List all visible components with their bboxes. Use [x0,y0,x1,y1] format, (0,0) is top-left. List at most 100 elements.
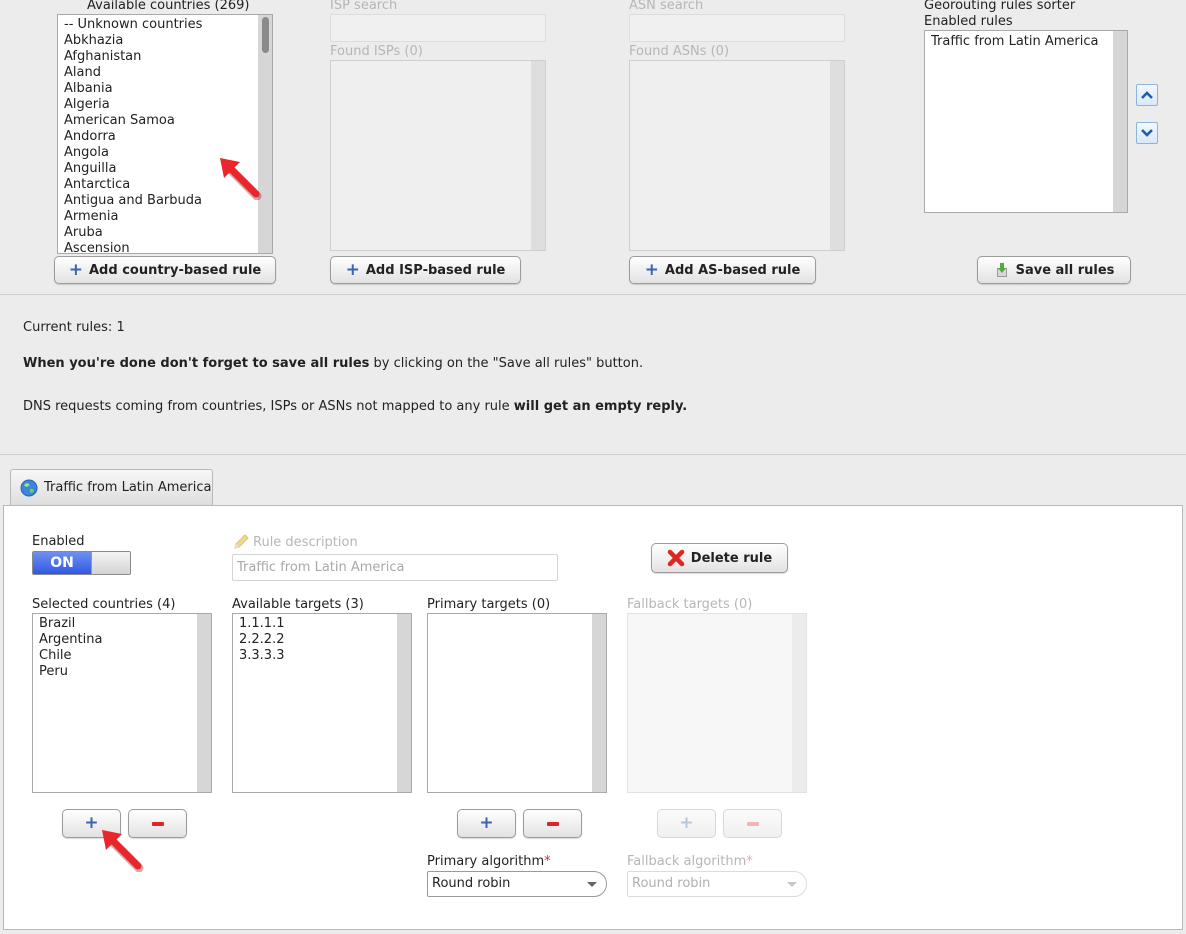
plus-icon: + [679,813,694,833]
selected-countries-label: Selected countries (4) [32,597,176,612]
add-as-rule-label: Add AS-based rule [664,262,801,278]
selected-countries-items: Brazil Argentina Chile Peru [33,614,211,680]
add-primary-target-button[interactable]: + [457,809,516,838]
countries-scroll-thumb[interactable] [262,17,269,53]
found-asns-list[interactable] [629,60,845,251]
plus-icon: + [479,813,494,833]
list-item[interactable]: Albania [64,81,272,97]
asn-search-label: ASN search [629,0,704,13]
delete-icon [667,549,685,567]
enabled-toggle[interactable]: ON [32,551,131,575]
found-isps-label: Found ISPs (0) [330,44,423,59]
annotation-arrow-icon [102,830,144,872]
found-isps-list[interactable] [330,60,546,251]
available-countries-label: Available countries (269) [87,0,250,13]
isp-search-input[interactable] [330,14,546,42]
empty-reply-text: DNS requests coming from countries, ISPs… [23,399,514,414]
fallback-algorithm-value: Round robin [632,876,711,891]
rules-sorter-title: Georouting rules sorter [924,0,1076,13]
remove-primary-target-button[interactable] [523,809,582,838]
fallback-algorithm-text: Fallback algorithm [627,854,747,869]
list-item[interactable]: Argentina [39,632,211,648]
countries-scrollbar[interactable] [258,15,272,253]
primary-algorithm-select[interactable]: Round robin [427,871,607,897]
save-reminder-bold: When you're done don't forget to save al… [23,356,370,371]
fallback-targets-list[interactable] [627,613,807,793]
add-country-rule-button[interactable]: + Add country-based rule [54,256,276,284]
chevron-down-icon [787,882,797,887]
rule-tab-label: Traffic from Latin America [44,480,212,495]
primary-targets-list[interactable] [427,613,607,793]
chevron-down-icon [587,882,597,887]
available-targets-scrollbar[interactable] [397,614,411,792]
save-reminder-line: When you're done don't forget to save al… [23,356,643,371]
rule-description-label: Rule description [233,534,358,550]
current-rules-count: 1 [116,320,125,335]
list-item[interactable]: Ascension [64,241,272,253]
tab-traffic-from-latin-america[interactable]: Traffic from Latin America [10,469,213,505]
available-targets-list[interactable]: 1.1.1.1 2.2.2.2 3.3.3.3 [232,613,412,793]
primary-algorithm-label: Primary algorithm* [427,854,551,869]
available-targets-label: Available targets (3) [232,597,364,612]
add-isp-rule-button[interactable]: + Add ISP-based rule [330,256,521,284]
isps-scrollbar[interactable] [531,61,545,250]
info-separator [0,454,1186,455]
toggle-knob[interactable] [91,552,130,574]
list-item[interactable]: 2.2.2.2 [239,632,411,648]
list-item[interactable]: Aland [64,65,272,81]
rule-description-input[interactable]: Traffic from Latin America [232,554,558,581]
primary-targets-label: Primary targets (0) [427,597,551,612]
delete-rule-button[interactable]: Delete rule [651,543,788,573]
list-item[interactable]: 1.1.1.1 [239,616,411,632]
add-fallback-target-button[interactable]: + [657,809,716,838]
list-item[interactable]: Traffic from Latin America [931,34,1127,50]
fallback-targets-label: Fallback targets (0) [627,597,753,612]
list-item[interactable]: American Samoa [64,113,272,129]
enabled-rules-list[interactable]: Traffic from Latin America [924,30,1128,213]
found-asns-label: Found ASNs (0) [629,44,730,59]
list-item[interactable]: Afghanistan [64,49,272,65]
available-countries-list[interactable]: -- Unknown countries Abkhazia Afghanistan A… [57,14,273,254]
remove-fallback-target-button[interactable] [723,809,782,838]
primary-targets-scrollbar[interactable] [592,614,606,792]
move-down-button[interactable] [1136,122,1158,144]
save-reminder-rest: by clicking on the "Save all rules" butt… [369,356,644,371]
chevron-up-icon [1141,91,1153,99]
move-up-button[interactable] [1136,84,1158,106]
list-item[interactable]: -- Unknown countries [64,17,272,33]
toggle-on-label: ON [33,552,91,574]
list-item[interactable]: Algeria [64,97,272,113]
asn-search-input[interactable] [629,14,845,42]
empty-reply-bold: will get an empty reply. [513,399,688,414]
enabled-rules-scrollbar[interactable] [1113,31,1127,212]
selected-countries-list[interactable]: Brazil Argentina Chile Peru [32,613,212,793]
save-icon [996,263,1007,277]
countries-items: -- Unknown countries Abkhazia Afghanistan A… [58,15,272,253]
list-item[interactable]: Aruba [64,225,272,241]
list-item[interactable]: Brazil [39,616,211,632]
isp-search-label: ISP search [330,0,398,13]
selected-countries-scrollbar[interactable] [197,614,211,792]
primary-algorithm-text: Primary algorithm [427,854,545,869]
enabled-label: Enabled [32,534,85,549]
current-rules-label: Current rules: [23,320,113,335]
primary-algorithm-value: Round robin [432,876,511,891]
fallback-algorithm-select[interactable]: Round robin [627,871,807,897]
list-item[interactable]: Andorra [64,129,272,145]
list-item[interactable]: Peru [39,664,211,680]
enabled-rules-label: Enabled rules [924,14,1013,29]
globe-icon [20,479,38,496]
available-targets-items: 1.1.1.1 2.2.2.2 3.3.3.3 [233,614,411,664]
fallback-targets-scrollbar[interactable] [792,614,806,792]
list-item[interactable]: Chile [39,648,211,664]
asns-scrollbar[interactable] [830,61,844,250]
list-item[interactable]: Abkhazia [64,33,272,49]
save-all-rules-button[interactable]: Save all rules [977,256,1131,284]
list-item[interactable]: 3.3.3.3 [239,648,411,664]
rule-description-text: Rule description [253,534,358,550]
minus-icon [546,821,559,826]
current-rules-line: Current rules: 1 [23,320,125,335]
add-as-rule-button[interactable]: + Add AS-based rule [629,256,816,284]
list-item[interactable]: Armenia [64,209,272,225]
chevron-down-icon [1141,129,1153,137]
